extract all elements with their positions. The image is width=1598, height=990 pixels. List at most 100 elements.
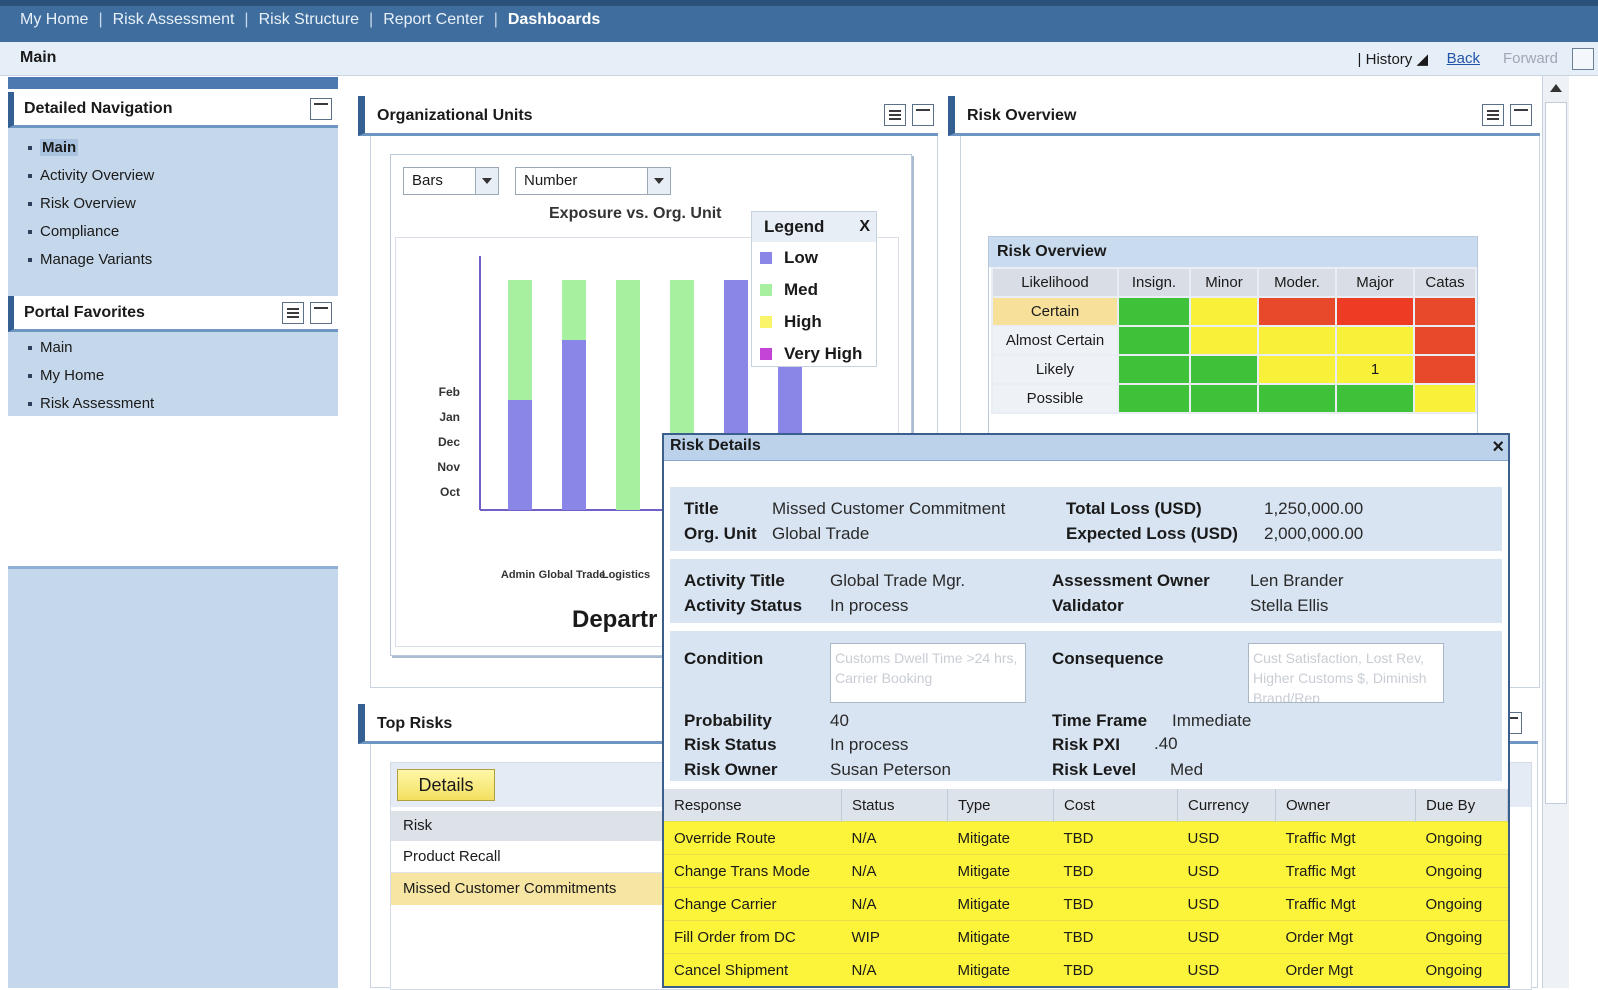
top-risks-title: Top Risks [377,715,453,732]
nav-item-main[interactable]: Main [8,134,338,162]
response-cell: Mitigate [947,920,1054,954]
response-row[interactable]: Cancel Shipment N/A Mitigate TBD USD Order Mg… [664,953,1508,986]
legend-item-very-high: Very High [752,338,876,370]
matrix-cell[interactable] [1117,383,1191,414]
favorite-main[interactable]: Main [8,334,308,362]
page-menu-icon[interactable] [1572,48,1594,70]
legend-close-icon[interactable]: X [859,212,870,242]
matrix-cell[interactable] [1335,296,1415,327]
x-axis-title: Departr [572,606,658,633]
chevron-down-icon [647,168,670,194]
favorite-risk-assessment[interactable]: Risk Assessment [8,390,308,418]
bar-med[interactable] [562,280,586,340]
tab-risk-structure[interactable]: Risk Structure [249,11,369,29]
matrix-cell[interactable] [1413,325,1477,356]
history-menu[interactable]: | History ◢ [1358,50,1428,68]
nav-item-risk-overview[interactable]: Risk Overview [8,190,338,218]
matrix-cell[interactable] [1257,354,1337,385]
matrix-cell[interactable] [1117,296,1191,327]
options-icon[interactable] [282,302,304,324]
bar-med[interactable] [508,280,532,400]
col-status[interactable]: Status [841,789,948,822]
close-icon[interactable]: × [1492,436,1504,459]
col-owner[interactable]: Owner [1275,789,1416,822]
matrix-cell[interactable] [1335,383,1415,414]
matrix-cell[interactable] [1257,383,1337,414]
response-cell: Ongoing [1415,821,1508,855]
top-risk-row-selected[interactable]: Missed Customer Commitments [391,873,691,905]
portal-favorites-list: Main My Home Risk Assessment [8,334,308,418]
response-row[interactable]: Change Trans Mode N/A Mitigate TBD USD Traffi… [664,854,1508,888]
forward-link[interactable]: Forward [1503,50,1558,67]
bar-low[interactable] [508,400,532,510]
assessment-owner-value: Len Brander [1250,571,1344,590]
matrix-cell[interactable]: 1 [1335,354,1415,385]
response-cell: Ongoing [1415,953,1508,986]
matrix-cell[interactable] [1413,296,1477,327]
total-loss-value: 1,250,000.00 [1264,499,1364,518]
matrix-cell[interactable] [1189,296,1259,327]
col-due-by[interactable]: Due By [1415,789,1508,822]
y-tick-label: Nov [437,460,460,474]
details-button[interactable]: Details [397,769,495,801]
nav-collapse-strip[interactable] [8,77,338,89]
minimize-icon[interactable] [310,98,332,120]
col-type[interactable]: Type [947,789,1054,822]
divider [8,566,338,569]
matrix-cell[interactable] [1413,354,1477,385]
response-row[interactable]: Change Carrier N/A Mitigate TBD USD Traffic M… [664,887,1508,921]
condition-field[interactable]: Customs Dwell Time >24 hrs, Carrier Book… [830,643,1026,703]
response-row[interactable]: Fill Order from DC WIP Mitigate TBD USD Order… [664,920,1508,954]
chart-type-select[interactable]: Bars [403,167,499,195]
risk-details-title: Risk Details [670,437,761,454]
minimize-icon[interactable] [912,104,934,126]
col-response[interactable]: Response [664,789,842,822]
options-icon[interactable] [884,104,906,126]
response-cell: N/A [841,953,948,986]
matrix-cell[interactable] [1117,354,1191,385]
risk-owner-label: Risk Owner [684,760,778,779]
minimize-icon[interactable] [310,302,332,324]
matrix-cell[interactable] [1257,296,1337,327]
matrix-cell[interactable] [1335,325,1415,356]
matrix-cell[interactable] [1413,383,1477,414]
page-scrollbar[interactable] [1542,76,1569,988]
back-link[interactable]: Back [1447,50,1480,67]
top-risk-row[interactable]: Product Recall [391,841,691,873]
expected-loss-label: Expected Loss (USD) [1066,524,1238,543]
top-navigation: My Home | Risk Assessment | Risk Structu… [0,0,1598,42]
nav-item-activity-overview[interactable]: Activity Overview [8,162,338,190]
col-cost[interactable]: Cost [1053,789,1178,822]
tab-risk-assessment[interactable]: Risk Assessment [103,11,245,29]
tab-report-center[interactable]: Report Center [373,11,494,29]
consequence-field[interactable]: Cust Satisfaction, Lost Rev, Higher Cust… [1248,643,1444,703]
assessment-owner-label: Assessment Owner [1052,571,1210,590]
response-row[interactable]: Override Route N/A Mitigate TBD USD Traffic M… [664,821,1508,855]
col-currency[interactable]: Currency [1177,789,1276,822]
matrix-cell[interactable] [1189,325,1259,356]
scroll-thumb[interactable] [1545,102,1567,804]
scroll-up-icon[interactable] [1550,84,1562,92]
risk-owner-value: Susan Peterson [830,760,951,779]
bar-med[interactable] [616,280,640,510]
matrix-likelihood-label: Possible [991,383,1119,414]
matrix-cell[interactable] [1189,383,1259,414]
risk-column-header[interactable]: Risk [391,811,691,841]
nav-item-compliance[interactable]: Compliance [8,218,338,246]
tab-dashboards[interactable]: Dashboards [498,11,610,29]
options-icon[interactable] [1482,104,1504,126]
response-cell: Change Trans Mode [664,854,842,888]
measure-select[interactable]: Number [515,167,671,195]
matrix-cell[interactable] [1257,325,1337,356]
risk-details-titlebar: Risk Details × [664,435,1508,461]
favorite-my-home[interactable]: My Home [8,362,308,390]
nav-item-manage-variants[interactable]: Manage Variants [8,246,338,274]
tab-my-home[interactable]: My Home [10,11,98,29]
matrix-cell[interactable] [1117,325,1191,356]
activity-title-value: Global Trade Mgr. [830,571,966,590]
matrix-cell[interactable] [1189,354,1259,385]
risk-summary-section: Title Missed Customer Commitment Org. Un… [670,487,1502,551]
minimize-icon[interactable] [1510,104,1532,126]
risk-matrix-title: Risk Overview [989,237,1477,267]
bar-low[interactable] [562,340,586,510]
